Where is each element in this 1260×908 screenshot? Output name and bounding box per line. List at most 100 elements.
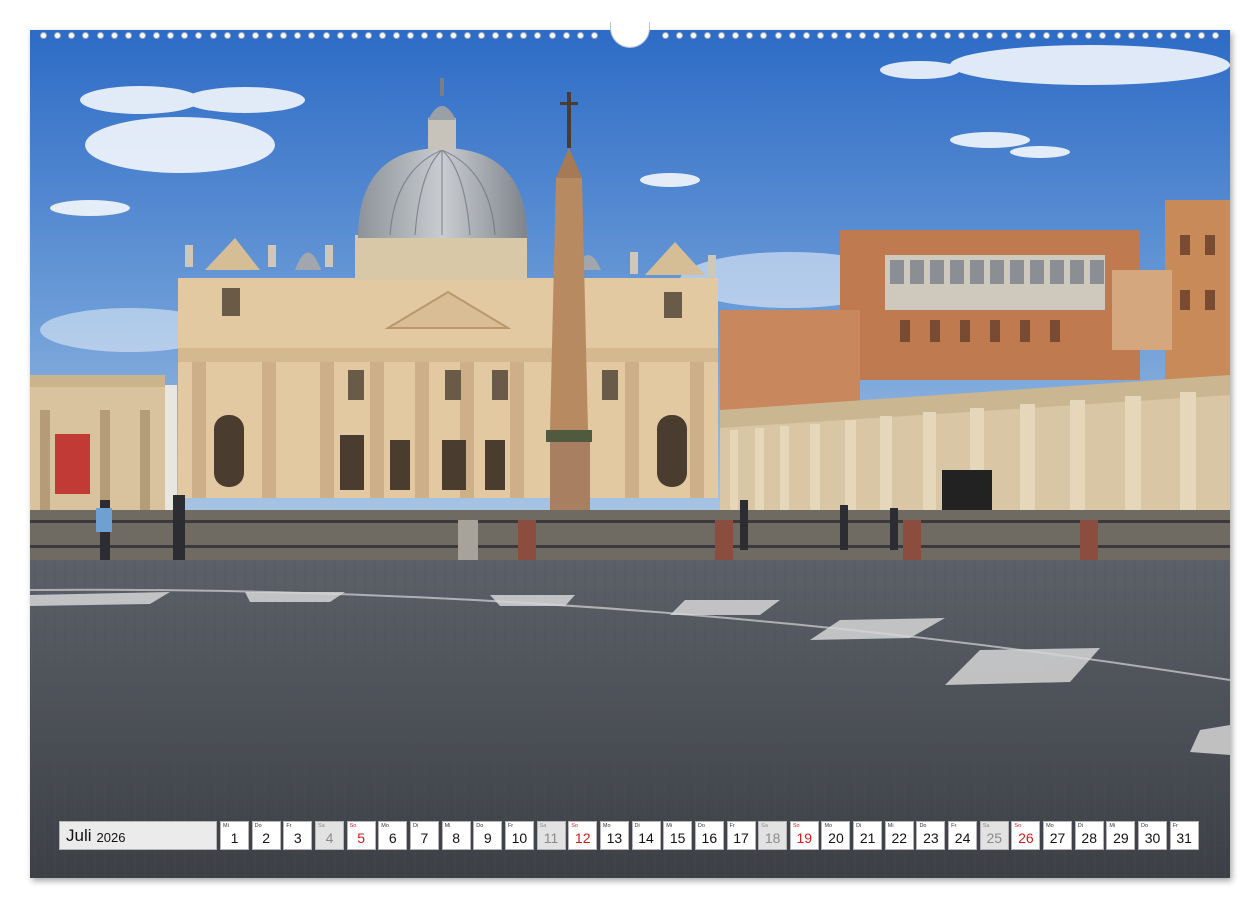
binding-hole-icon xyxy=(873,31,881,39)
binding-hole-icon xyxy=(379,31,386,39)
binding-hole-icon xyxy=(492,31,499,39)
binding-hole-icon xyxy=(506,31,514,39)
day-number: 6 xyxy=(388,830,397,846)
day-of-week-label: Mo xyxy=(1046,823,1054,829)
day-of-week-label: Mi xyxy=(666,823,672,829)
month-calendar-strip: Juli 2026 Mi 1 Do 2 Fr 3 Sa 4 So 5 Mo 6 Di 7 Mi 8 Do 9 Fr 1… xyxy=(59,821,1201,850)
binding-hole-icon xyxy=(68,31,76,39)
day-number: 19 xyxy=(796,830,813,846)
binding-hole-icon xyxy=(449,31,457,39)
calendar-day: So 5 xyxy=(346,821,376,850)
day-number: 18 xyxy=(764,830,781,846)
day-number: 3 xyxy=(293,830,302,846)
binding-hole-icon xyxy=(1028,31,1036,39)
binding-hole-icon xyxy=(1212,31,1220,39)
day-of-week-label: Di xyxy=(856,823,862,829)
calendar-day: Mi 15 xyxy=(663,821,693,850)
calendar-day: Fr 3 xyxy=(283,821,313,850)
day-number: 13 xyxy=(606,830,623,846)
day-of-week-label: Do xyxy=(254,823,262,829)
day-of-week-label: Mi xyxy=(887,823,894,829)
calendar-day: Sa 18 xyxy=(758,821,788,850)
day-number: 7 xyxy=(420,830,429,846)
binding-hole-icon xyxy=(195,31,203,39)
day-number: 15 xyxy=(669,830,686,846)
day-of-week-label: Do xyxy=(697,823,705,829)
day-of-week-label: Mi xyxy=(223,823,229,829)
binding-hole-icon xyxy=(223,31,231,39)
binding-hole-icon xyxy=(718,31,725,39)
calendar-day: Fr 17 xyxy=(726,821,756,850)
calendar-day: Mo 6 xyxy=(378,821,408,850)
calendar-day: Mo 13 xyxy=(599,821,629,850)
binding-hole-icon xyxy=(746,31,754,39)
binding-hole-icon xyxy=(1042,31,1050,39)
day-of-week-label: Fr xyxy=(1172,823,1178,829)
day-number: 31 xyxy=(1176,830,1192,846)
day-of-week-label: So xyxy=(792,823,800,829)
day-number: 12 xyxy=(574,830,591,846)
binding-hole-icon xyxy=(153,31,160,39)
binding-hole-icon xyxy=(393,31,401,39)
day-number: 25 xyxy=(986,830,1003,846)
binding-hole-icon xyxy=(350,31,358,39)
binding-hole-icon xyxy=(590,31,598,39)
calendar-day: Mi 29 xyxy=(1106,821,1136,850)
binding-hole-icon xyxy=(548,31,556,39)
binding-hole-icon xyxy=(54,31,62,39)
day-number: 16 xyxy=(701,830,718,846)
binding-hole-icon xyxy=(576,31,584,39)
binding-hole-icon xyxy=(859,31,867,39)
day-of-week-label: Do xyxy=(919,823,927,829)
binding-hole-icon xyxy=(1198,31,1206,39)
binding-hole-icon xyxy=(958,31,966,39)
binding-hole-icon xyxy=(294,31,302,39)
binding-hole-icon xyxy=(280,31,288,39)
binding-hole-icon xyxy=(124,31,132,39)
binding-hole-icon xyxy=(364,31,372,39)
binding-hole-icon xyxy=(1113,31,1121,39)
binding-hole-icon xyxy=(1085,31,1093,39)
day-number: 10 xyxy=(511,830,528,846)
binding-hole-icon xyxy=(675,31,683,39)
binding-hole-icon xyxy=(831,31,838,39)
binding-hole-icon xyxy=(986,31,994,39)
binding-hole-icon xyxy=(435,31,443,39)
calendar-day: Fr 31 xyxy=(1169,821,1199,850)
binding-hole-icon xyxy=(802,31,810,39)
binding-hole-icon xyxy=(944,31,951,39)
day-number: 14 xyxy=(638,830,654,846)
binding-hole-icon xyxy=(308,31,316,39)
day-number: 1 xyxy=(230,830,239,846)
calendar-day: Sa 11 xyxy=(536,821,566,850)
binding-hole-icon xyxy=(407,31,415,39)
binding-hole-icon xyxy=(887,31,895,39)
binding-hole-icon xyxy=(96,31,104,39)
calendar-day: Mo 20 xyxy=(821,821,851,850)
binding-hole-icon xyxy=(929,31,937,39)
day-number: 17 xyxy=(733,830,749,846)
month-label: Juli 2026 xyxy=(59,821,217,850)
calendar-day: Do 9 xyxy=(473,821,503,850)
binding-hole-icon xyxy=(421,31,429,39)
binding-hole-icon xyxy=(732,31,740,39)
day-of-week-label: Di xyxy=(634,823,640,829)
binding-hole-icon xyxy=(1071,31,1079,39)
binding-hole-icon xyxy=(1000,31,1008,39)
calendar-day: Do 30 xyxy=(1138,821,1168,850)
binding-hole-icon xyxy=(82,31,90,39)
calendar-day: Di 28 xyxy=(1074,821,1104,850)
day-of-week-label: Sa xyxy=(317,823,325,829)
binding-hole-icon xyxy=(661,31,669,39)
day-number: 20 xyxy=(828,830,844,846)
day-number: 8 xyxy=(452,830,460,846)
binding-hole-icon xyxy=(266,31,273,39)
day-of-week-label: Mi xyxy=(444,823,451,829)
calendar-day: Di 21 xyxy=(853,821,883,850)
st-peters-square-photo xyxy=(30,30,1230,878)
day-number: 30 xyxy=(1144,830,1161,846)
day-number: 2 xyxy=(262,830,271,846)
binding-hole-icon xyxy=(463,31,471,39)
day-number: 24 xyxy=(954,830,971,846)
binding-hole-icon xyxy=(1057,31,1064,39)
